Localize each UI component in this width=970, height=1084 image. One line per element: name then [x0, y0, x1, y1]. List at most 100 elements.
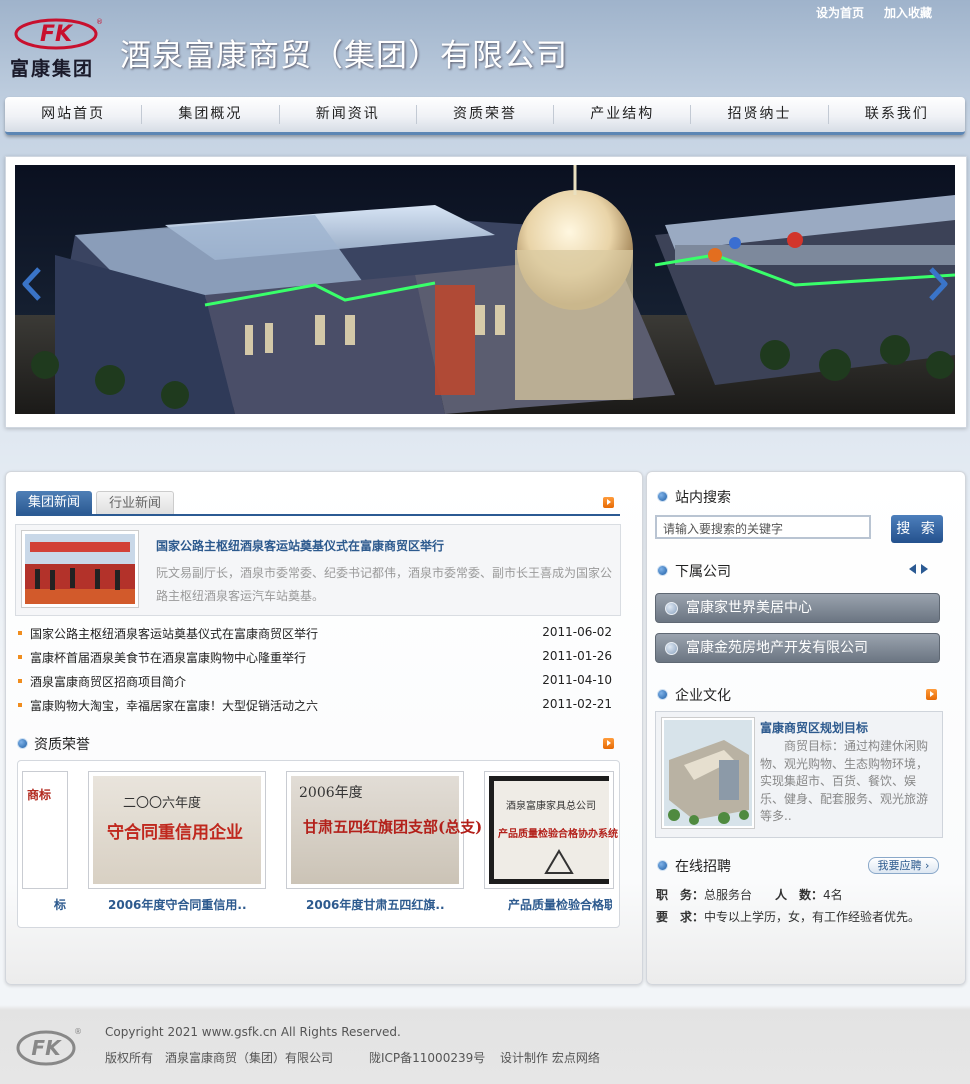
- job-requirement-row: 要 求：中专以上学历，女，有工作经验者优先。: [656, 908, 920, 925]
- chevron-left-icon: [22, 267, 41, 301]
- nav-item-home[interactable]: 网站首页: [5, 97, 141, 132]
- job-position-row: 职 务：总服务台: [656, 886, 752, 903]
- culture-thumbnail[interactable]: [661, 717, 755, 829]
- honor-thumb[interactable]: 2006年度 甘肃五四红旗团支部(总支): [286, 771, 482, 889]
- honor-caption[interactable]: 2006年度甘肃五四红旗..: [306, 896, 445, 913]
- count-label: 人 数：: [775, 888, 824, 902]
- section-bullet-icon: [657, 860, 668, 871]
- main-nav: 网站首页 集团概况 新闻资讯 资质荣誉 产业结构 招贤纳士 联系我们: [5, 97, 965, 135]
- honor-caption[interactable]: 2006年度守合同重信用..: [108, 896, 247, 913]
- requirement-label: 要 求：: [656, 910, 705, 924]
- featured-news-thumbnail[interactable]: [21, 530, 139, 608]
- honor-thumb[interactable]: 酒泉富康家具总公司 产品质量检验合格协办系统: [484, 771, 618, 889]
- svg-text:FK: FK: [40, 22, 74, 47]
- list-item[interactable]: 国家公路主枢纽酒泉客运站奠基仪式在富康商贸区举行 2011-06-02: [18, 624, 612, 644]
- more-news-icon[interactable]: [603, 497, 614, 508]
- news-date: 2011-02-21: [542, 697, 612, 711]
- cert-text: 守合同重信用企业: [107, 823, 243, 843]
- subsidiary-label: 富康家世界美居中心: [686, 600, 812, 616]
- nav-item-contact[interactable]: 联系我们: [829, 97, 965, 132]
- news-title[interactable]: 酒泉富康商贸区招商项目简介: [30, 673, 186, 690]
- culture-item-desc: 商贸目标：通过构建休闲购物、观光购物、生态购物环境，实现集超市、百货、餐饮、娱乐…: [760, 739, 929, 823]
- set-home-link[interactable]: 设为首页: [816, 4, 864, 21]
- nav-item-news[interactable]: 新闻资讯: [280, 97, 416, 132]
- more-culture-icon[interactable]: [926, 689, 937, 700]
- footer-owner: 版权所有 酒泉富康商贸（集团）有限公司: [105, 1051, 334, 1065]
- list-item[interactable]: 富康购物大淘宝，幸福居家在富康！大型促销活动之六 2011-02-21: [18, 696, 612, 716]
- svg-text:®: ®: [74, 1027, 82, 1036]
- footer-design[interactable]: 设计制作 宏点网络: [500, 1049, 600, 1066]
- banner-image: [15, 165, 955, 414]
- bullet-icon: [18, 703, 22, 707]
- banner-next-arrow[interactable]: [925, 266, 951, 302]
- search-input[interactable]: 请输入要搜索的关键字: [655, 515, 871, 539]
- footer-logo: FK ®: [14, 1022, 84, 1070]
- honor-thumb[interactable]: 商标: [22, 771, 68, 889]
- honor-thumb[interactable]: 二〇〇六年度 守合同重信用企业: [88, 771, 266, 889]
- seal-icon: [544, 849, 574, 874]
- subsidiaries-next-icon[interactable]: [921, 563, 929, 577]
- logo-text: 富康集团: [10, 58, 95, 80]
- footer-icp[interactable]: 陇ICP备11000239号: [369, 1049, 485, 1066]
- recruit-title: 在线招聘: [675, 859, 731, 875]
- bullet-icon: [18, 679, 22, 683]
- culture-title: 企业文化: [675, 688, 731, 704]
- bullet-icon: [18, 655, 22, 659]
- cert-text: 甘肃五四红旗团支部(总支): [303, 818, 483, 836]
- fk-logo-icon: FK ®: [16, 1027, 82, 1066]
- circle-icon: [665, 602, 678, 615]
- svg-text:®: ®: [96, 18, 103, 26]
- news-title[interactable]: 国家公路主枢纽酒泉客运站奠基仪式在富康商贸区举行: [30, 625, 318, 642]
- chevron-right-icon: [929, 267, 948, 301]
- subsidiary-link[interactable]: 富康家世界美居中心: [655, 593, 940, 623]
- section-bullet-icon: [17, 738, 28, 749]
- nav-item-recruit[interactable]: 招贤纳士: [691, 97, 827, 132]
- position-value: 总服务台: [704, 888, 753, 902]
- news-title[interactable]: 富康购物大淘宝，幸福居家在富康！大型促销活动之六: [30, 697, 318, 714]
- svg-text:FK: FK: [31, 1036, 62, 1060]
- circle-icon: [665, 642, 678, 655]
- company-name: 酒泉富康商贸（集团）有限公司: [120, 38, 568, 74]
- news-date: 2011-04-10: [542, 673, 612, 687]
- section-bullet-icon: [657, 491, 668, 502]
- search-title: 站内搜索: [675, 490, 731, 506]
- position-label: 职 务：: [656, 888, 705, 902]
- subsidiary-link[interactable]: 富康金苑房地产开发有限公司: [655, 633, 940, 663]
- list-item[interactable]: 酒泉富康商贸区招商项目简介 2011-04-10: [18, 672, 612, 692]
- culture-item-title[interactable]: 富康商贸区规划目标: [760, 719, 868, 736]
- search-button[interactable]: 搜 索: [891, 515, 943, 543]
- honor-caption[interactable]: 产品质量检验合格联: [508, 896, 612, 913]
- cert-year: 酒泉富康家具总公司: [506, 801, 596, 812]
- apply-label: 我要应聘: [877, 859, 922, 872]
- cert-text: 商标: [27, 788, 52, 802]
- apply-button[interactable]: 我要应聘 ›: [868, 857, 939, 874]
- cert-year: 2006年度: [299, 785, 363, 801]
- honor-caption[interactable]: 标: [22, 896, 66, 913]
- featured-news-title[interactable]: 国家公路主枢纽酒泉客运站奠基仪式在富康商贸区举行: [156, 537, 444, 554]
- honors-title: 资质荣誉: [34, 737, 90, 753]
- fk-logo-icon: FK ®: [14, 18, 103, 50]
- cert-year: 二〇〇六年度: [123, 796, 202, 811]
- nav-item-honors[interactable]: 资质荣誉: [417, 97, 553, 132]
- nav-item-industry[interactable]: 产业结构: [554, 97, 690, 132]
- job-count-row: 人 数：4名: [775, 886, 843, 903]
- bullet-icon: [18, 631, 22, 635]
- section-bullet-icon: [657, 565, 668, 576]
- list-item[interactable]: 富康杯首届酒泉美食节在酒泉富康购物中心隆重举行 2011-01-26: [18, 648, 612, 668]
- news-date: 2011-01-26: [542, 649, 612, 663]
- cert-text: 产品质量检验合格协办系统: [498, 829, 618, 840]
- featured-news-summary: 阮文易副厅长，酒泉市委常委、纪委书记都伟，酒泉市委常委、副市长王喜成为国家公路主…: [156, 566, 613, 603]
- add-favorite-link[interactable]: 加入收藏: [884, 4, 932, 21]
- subsidiaries-prev-icon[interactable]: [909, 563, 917, 577]
- footer-copyright: Copyright 2021 www.gsfk.cn All Rights Re…: [105, 1025, 401, 1039]
- subsidiaries-title: 下属公司: [675, 564, 731, 580]
- requirement-value: 中专以上学历，女，有工作经验者优先。: [704, 910, 921, 924]
- banner-prev-arrow[interactable]: [19, 266, 45, 302]
- tab-underline: [16, 514, 620, 516]
- tab-industry-news[interactable]: 行业新闻: [96, 491, 175, 515]
- nav-item-overview[interactable]: 集团概况: [142, 97, 278, 132]
- more-honors-icon[interactable]: [603, 738, 614, 749]
- news-date: 2011-06-02: [542, 625, 612, 639]
- news-title[interactable]: 富康杯首届酒泉美食节在酒泉富康购物中心隆重举行: [30, 649, 306, 666]
- tab-group-news[interactable]: 集团新闻: [16, 491, 93, 514]
